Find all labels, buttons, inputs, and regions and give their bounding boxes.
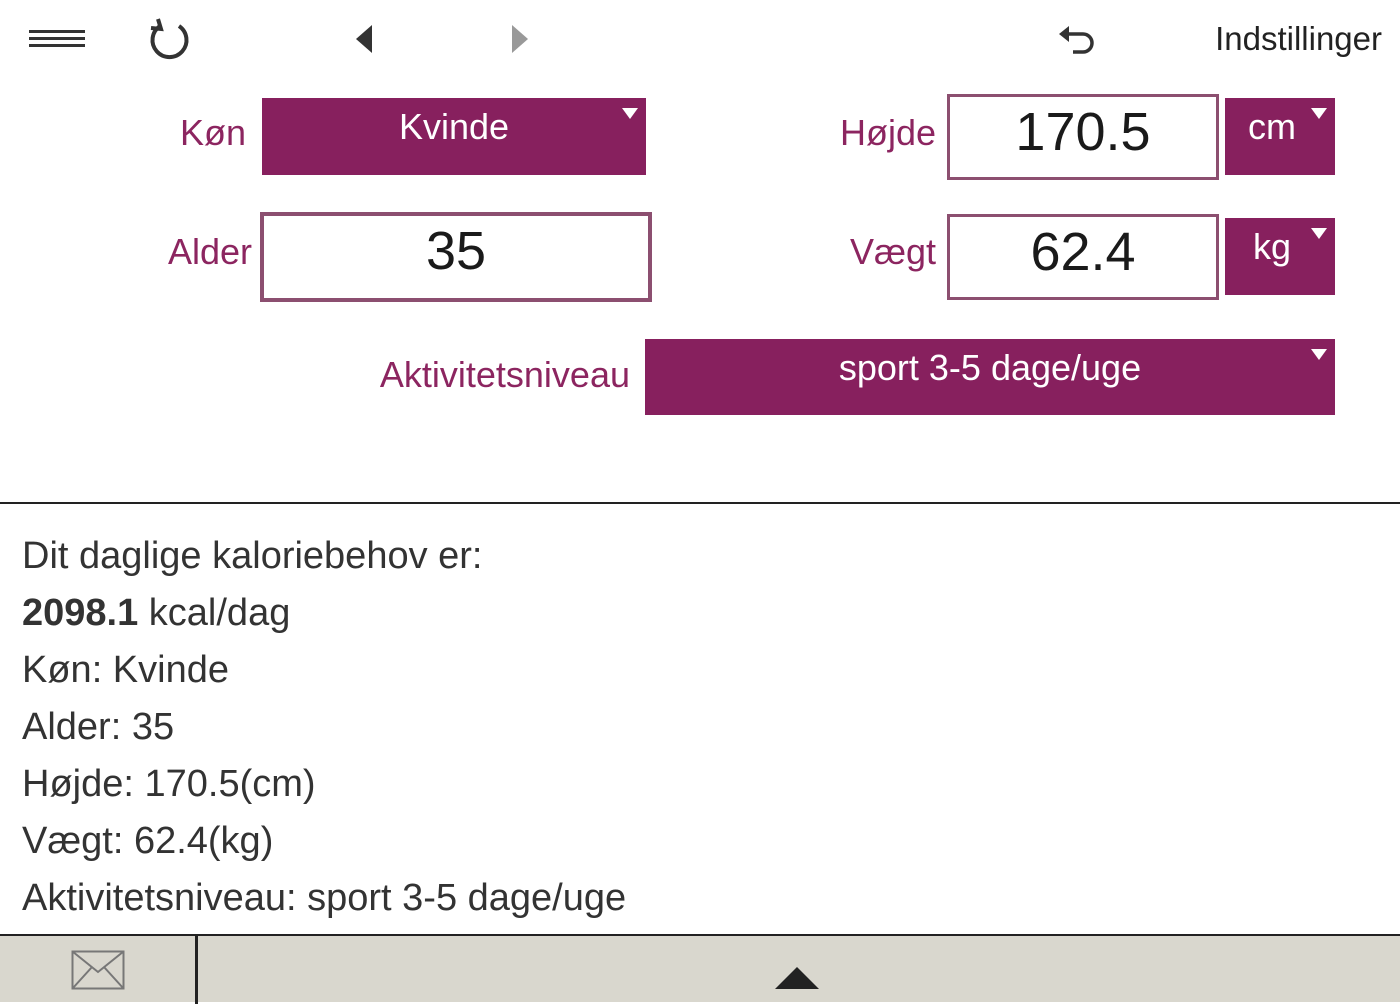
undo-icon[interactable] [1054,20,1100,60]
height-label: Højde [839,112,936,153]
weight-unit-value: kg [1252,226,1292,267]
chevron-down-icon [1311,349,1327,360]
weight-input-value: 62.4 [1030,222,1136,282]
result-activity: Aktivitetsniveau: sport 3-5 dage/uge [22,877,627,919]
age-label: Alder [167,231,252,272]
bottom-bar-separator [195,936,198,1004]
result-gender: Køn: Kvinde [22,649,229,691]
activity-select[interactable]: sport 3-5 dage/uge [645,339,1335,415]
gender-label: Køn [179,112,246,153]
height-input-value: 170.5 [1015,102,1151,162]
gender-select-value: Kvinde [398,106,510,147]
activity-select-value: sport 3-5 dage/uge [838,347,1142,388]
weight-label: Vægt [849,231,936,272]
calories-line: 2098.1 kcal/dag [22,585,626,642]
calories-value: 2098.1 [22,592,139,634]
result-weight: Vægt: 62.4(kg) [22,820,274,862]
chevron-down-icon [1311,228,1327,239]
result-age: Alder: 35 [22,706,175,748]
age-input-value: 35 [425,221,487,281]
height-unit-select[interactable]: cm [1225,98,1335,175]
gender-select[interactable]: Kvinde [262,98,646,175]
bottom-bar [0,934,1400,1004]
result-height: Højde: 170.5(cm) [22,763,316,805]
results-heading: Dit daglige kaloriebehov er: [22,535,483,577]
chevron-down-icon [1311,108,1327,119]
triangle-left-icon[interactable] [348,22,378,56]
triangle-right-icon[interactable] [506,22,536,56]
hamburger-menu-icon[interactable] [26,24,88,52]
weight-input[interactable]: 62.4 [947,214,1219,300]
refresh-icon[interactable] [142,14,198,66]
section-divider [0,502,1400,504]
results-panel: Dit daglige kaloriebehov er: 2098.1 kcal… [22,528,626,927]
weight-unit-select[interactable]: kg [1225,218,1335,295]
triangle-up-icon[interactable] [772,962,822,992]
chevron-down-icon [622,108,638,119]
calories-unit: kcal/dag [148,592,291,634]
activity-label: Aktivitetsniveau [379,354,630,395]
height-unit-value: cm [1248,106,1296,147]
height-input[interactable]: 170.5 [947,94,1219,180]
age-input[interactable]: 35 [260,212,652,302]
envelope-icon[interactable] [68,948,128,992]
settings-link[interactable]: Indstillinger [1215,20,1382,58]
